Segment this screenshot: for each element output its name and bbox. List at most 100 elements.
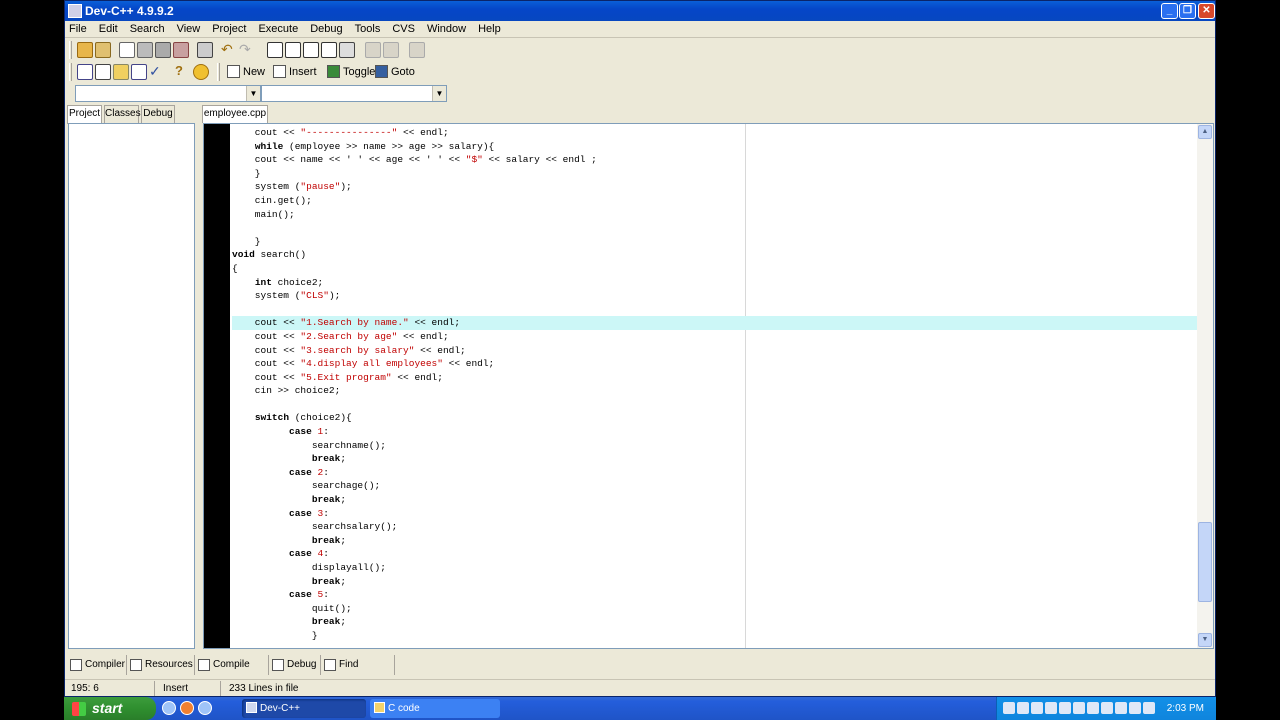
minimize-button[interactable]: _ [1161,3,1178,19]
menu-debug[interactable]: Debug [304,21,348,35]
tray-icon[interactable] [1073,702,1085,714]
ie-icon[interactable] [162,701,176,715]
tray-icon[interactable] [1003,702,1015,714]
open-file-icon[interactable] [137,42,153,58]
menu-tools[interactable]: Tools [349,21,387,35]
goto-function-icon[interactable] [339,42,355,58]
close-project-icon[interactable] [95,42,111,58]
tab-employee-cpp[interactable]: employee.cpp [202,105,268,123]
code-line[interactable]: quit(); [232,602,1198,616]
chevron-down-icon[interactable]: ▼ [432,86,446,101]
check-syntax-icon[interactable]: ✓ [149,64,165,80]
scroll-down-icon[interactable]: ▼ [1198,633,1212,647]
compile-run-icon[interactable] [113,64,129,80]
code-line[interactable]: break; [232,615,1198,629]
next-bookmark-icon[interactable] [383,42,399,58]
code-line[interactable]: cout << "1.Search by name." << endl; [232,316,1198,330]
code-line[interactable] [232,398,1198,412]
toggle-bookmark-icon[interactable] [409,42,425,58]
save-icon[interactable] [155,42,171,58]
code-line[interactable]: cout << "5.Exit program" << endl; [232,371,1198,385]
code-line[interactable]: cin >> choice2; [232,384,1198,398]
menu-search[interactable]: Search [124,21,171,35]
task-c-code[interactable]: C code [370,699,500,718]
code-line[interactable]: case 4: [232,547,1198,561]
replace-icon[interactable] [285,42,301,58]
tab-resources[interactable]: Resources [129,655,195,675]
code-line[interactable]: system ("CLS"); [232,289,1198,303]
menu-window[interactable]: Window [421,21,472,35]
open-project-icon[interactable] [77,42,93,58]
tray-icon[interactable] [1017,702,1029,714]
help-icon[interactable]: ? [175,64,191,80]
menu-file[interactable]: File [65,21,93,35]
code-line[interactable]: case 5: [232,588,1198,602]
insert-button[interactable]: Insert [273,63,317,81]
toggle-button[interactable]: Toggle [327,63,375,81]
toolbar-grip[interactable] [69,41,72,59]
redo-icon[interactable]: ↷ [239,42,255,58]
code-line[interactable]: case 1: [232,425,1198,439]
code-line[interactable]: cout << "---------------" << endl; [232,126,1198,140]
prev-bookmark-icon[interactable] [365,42,381,58]
code-line[interactable]: } [232,629,1198,643]
code-line[interactable] [232,303,1198,317]
goto-line-icon[interactable] [321,42,337,58]
code-line[interactable] [232,221,1198,235]
close-button[interactable]: ✕ [1198,3,1215,19]
code-line[interactable]: while (employee >> name >> age >> salary… [232,140,1198,154]
menu-view[interactable]: View [171,21,207,35]
find-next-icon[interactable] [303,42,319,58]
scroll-up-icon[interactable]: ▲ [1198,125,1212,139]
rebuild-icon[interactable] [131,64,147,80]
tray-icon[interactable] [1087,702,1099,714]
undo-icon[interactable]: ↶ [221,42,237,58]
task-devcpp[interactable]: Dev-C++ [242,699,366,718]
code-line[interactable]: break; [232,534,1198,548]
chevron-down-icon[interactable]: ▼ [246,86,260,101]
code-line[interactable]: break; [232,452,1198,466]
editor-gutter[interactable] [204,124,230,648]
code-line[interactable]: searchsalary(); [232,520,1198,534]
toolbar-grip[interactable] [217,63,220,81]
tab-debug-output[interactable]: Debug [271,655,321,675]
menu-help[interactable]: Help [472,21,507,35]
tab-compile-log[interactable]: Compile Log [197,655,269,690]
tab-compiler[interactable]: Compiler [69,655,127,675]
run-icon[interactable] [95,64,111,80]
vertical-scrollbar[interactable]: ▲ ▼ [1197,124,1213,648]
new-file-icon[interactable] [119,42,135,58]
new-button[interactable]: New [227,63,265,81]
code-editor[interactable]: cout << "---------------" << endl; while… [203,123,1214,649]
tab-classes[interactable]: Classes [104,105,141,123]
project-panel[interactable] [68,123,195,649]
print-icon[interactable] [197,42,213,58]
class-combo[interactable]: ▼ [75,85,261,102]
code-line[interactable]: case 2: [232,466,1198,480]
code-line[interactable]: searchage(); [232,479,1198,493]
goto-button[interactable]: Goto [375,63,415,81]
toolbar-grip[interactable] [69,63,72,81]
code-line[interactable]: switch (choice2){ [232,411,1198,425]
tray-icon[interactable] [1031,702,1043,714]
code-line[interactable]: cout << name << ' ' << age << ' ' << "$"… [232,153,1198,167]
tab-debug[interactable]: Debug [141,105,175,123]
code-line[interactable]: main(); [232,208,1198,222]
code-line[interactable]: case 3: [232,507,1198,521]
code-area[interactable]: cout << "---------------" << endl; while… [232,126,1198,646]
start-button[interactable]: start [64,697,156,720]
maximize-button[interactable]: ❐ [1179,3,1196,19]
code-line[interactable]: { [232,262,1198,276]
tray-icon[interactable] [1143,702,1155,714]
about-icon[interactable] [193,64,209,80]
code-line[interactable]: } [232,235,1198,249]
tray-icon[interactable] [1115,702,1127,714]
code-line[interactable]: } [232,167,1198,181]
scroll-thumb[interactable] [1198,522,1212,602]
member-combo[interactable]: ▼ [261,85,447,102]
code-line[interactable]: searchname(); [232,439,1198,453]
tab-project[interactable]: Project [67,105,102,124]
code-line[interactable]: cout << "3.search by salary" << endl; [232,344,1198,358]
compile-icon[interactable] [77,64,93,80]
tray-icon[interactable] [1045,702,1057,714]
